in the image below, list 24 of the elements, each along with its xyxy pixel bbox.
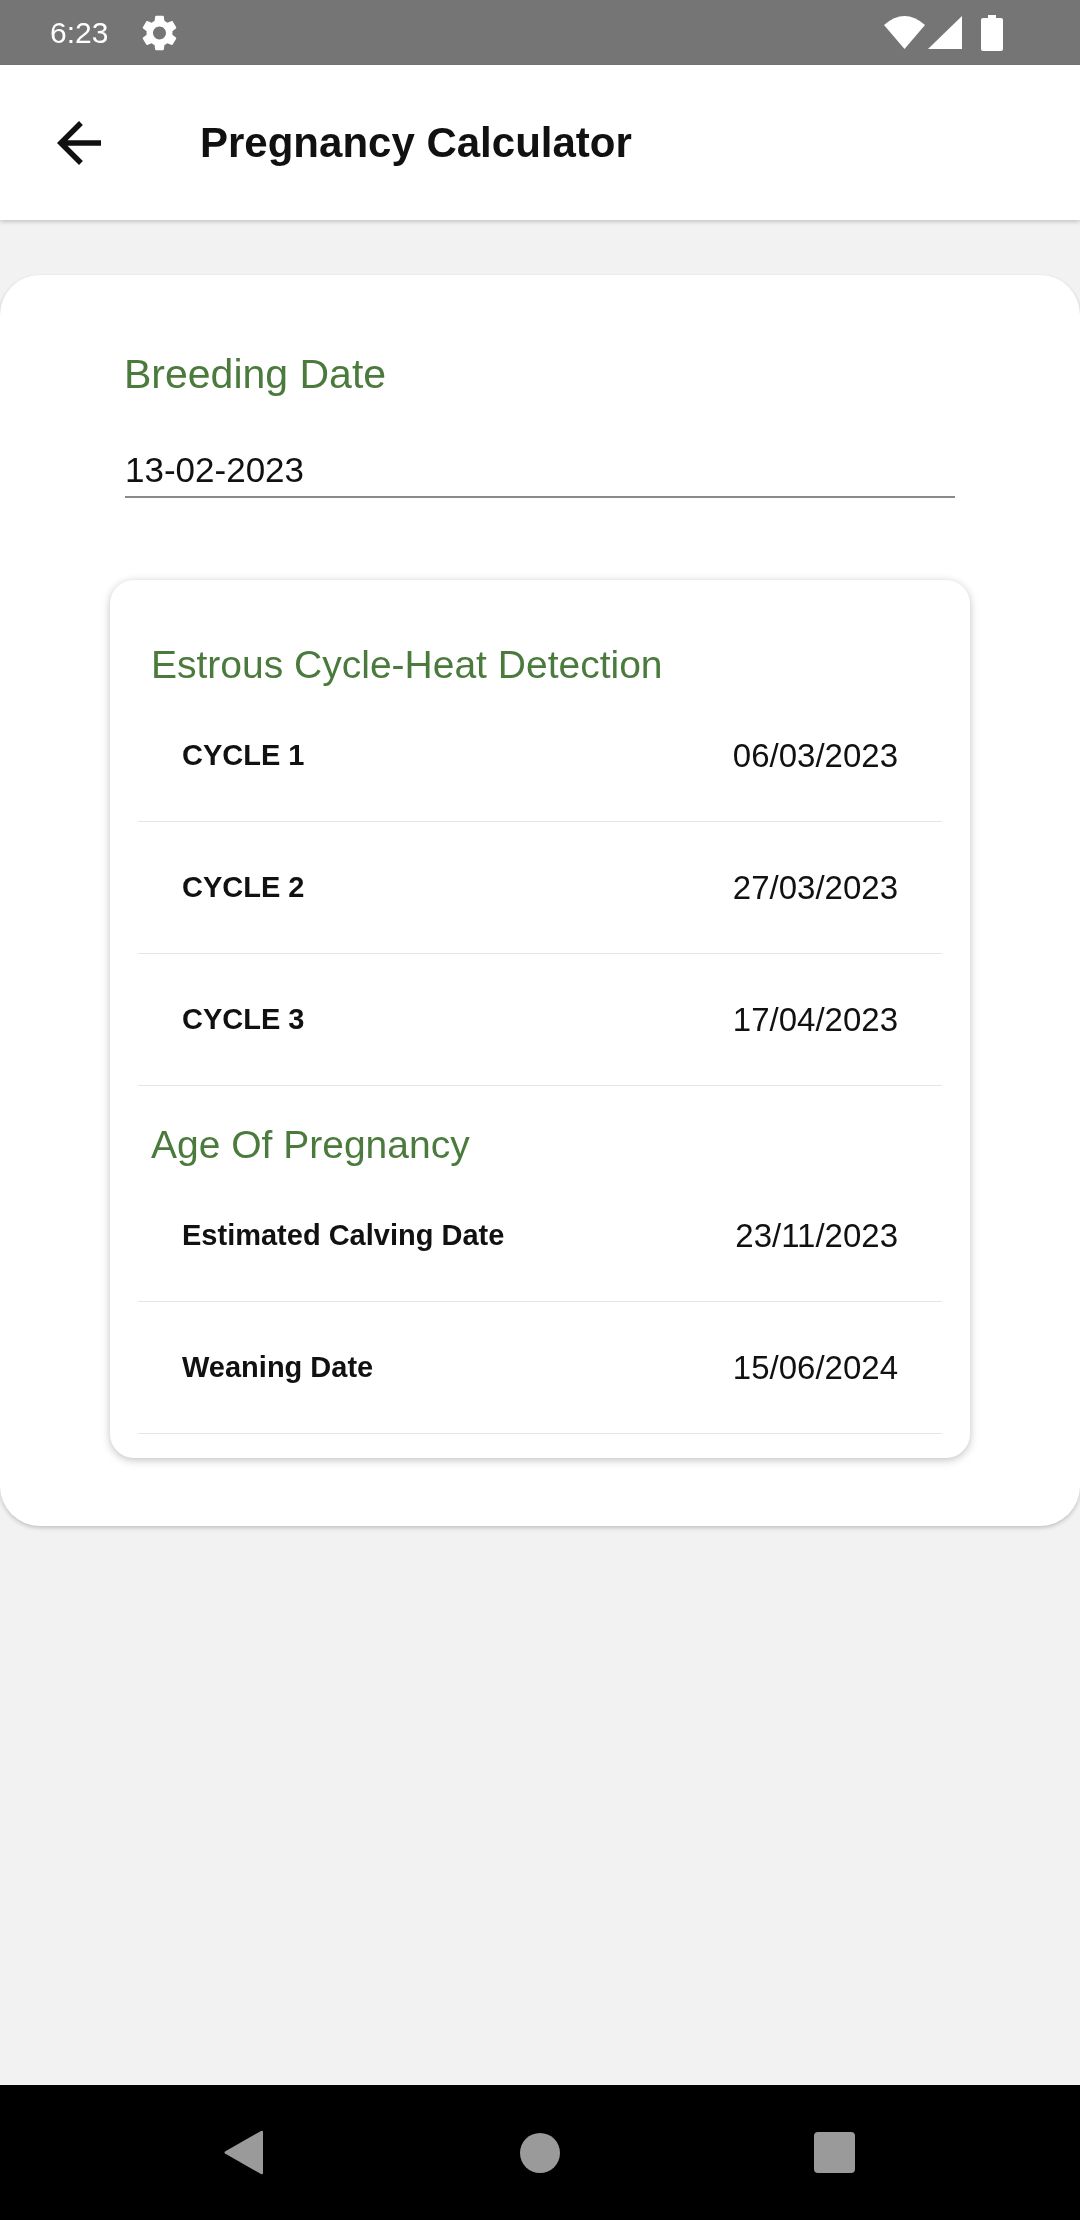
row-date: 27/03/2023 bbox=[732, 867, 898, 908]
back-icon[interactable] bbox=[224, 2130, 263, 2175]
row-date: 06/03/2023 bbox=[732, 735, 898, 776]
row-label: Weaning Date bbox=[182, 1349, 374, 1385]
battery-icon bbox=[981, 14, 1003, 51]
settings-icon bbox=[142, 14, 178, 51]
row-date: 23/11/2023 bbox=[735, 1215, 898, 1256]
status-time: 6:23 bbox=[50, 17, 109, 48]
row-label: CYCLE 1 bbox=[182, 737, 305, 773]
back-arrow-icon bbox=[57, 120, 101, 165]
row-label: CYCLE 3 bbox=[182, 1001, 305, 1037]
home-icon[interactable] bbox=[520, 2132, 560, 2173]
row-date: 17/04/2023 bbox=[732, 999, 898, 1040]
app-title: Pregnancy Calculator bbox=[200, 121, 632, 164]
row-label: Estimated Calving Date bbox=[182, 1217, 505, 1253]
signal-icon bbox=[928, 16, 962, 49]
section-title: Estrous Cycle-Heat Detection bbox=[151, 642, 663, 688]
back-button[interactable] bbox=[57, 120, 101, 165]
row-label: CYCLE 2 bbox=[182, 869, 305, 905]
breeding-date-label: Breeding Date bbox=[124, 350, 387, 399]
breeding-date-field[interactable]: 13-02-2023 bbox=[125, 444, 955, 498]
section-title: Age Of Pregnancy bbox=[151, 1122, 470, 1168]
wifi-icon bbox=[884, 16, 925, 49]
row-date: 15/06/2024 bbox=[732, 1347, 898, 1388]
